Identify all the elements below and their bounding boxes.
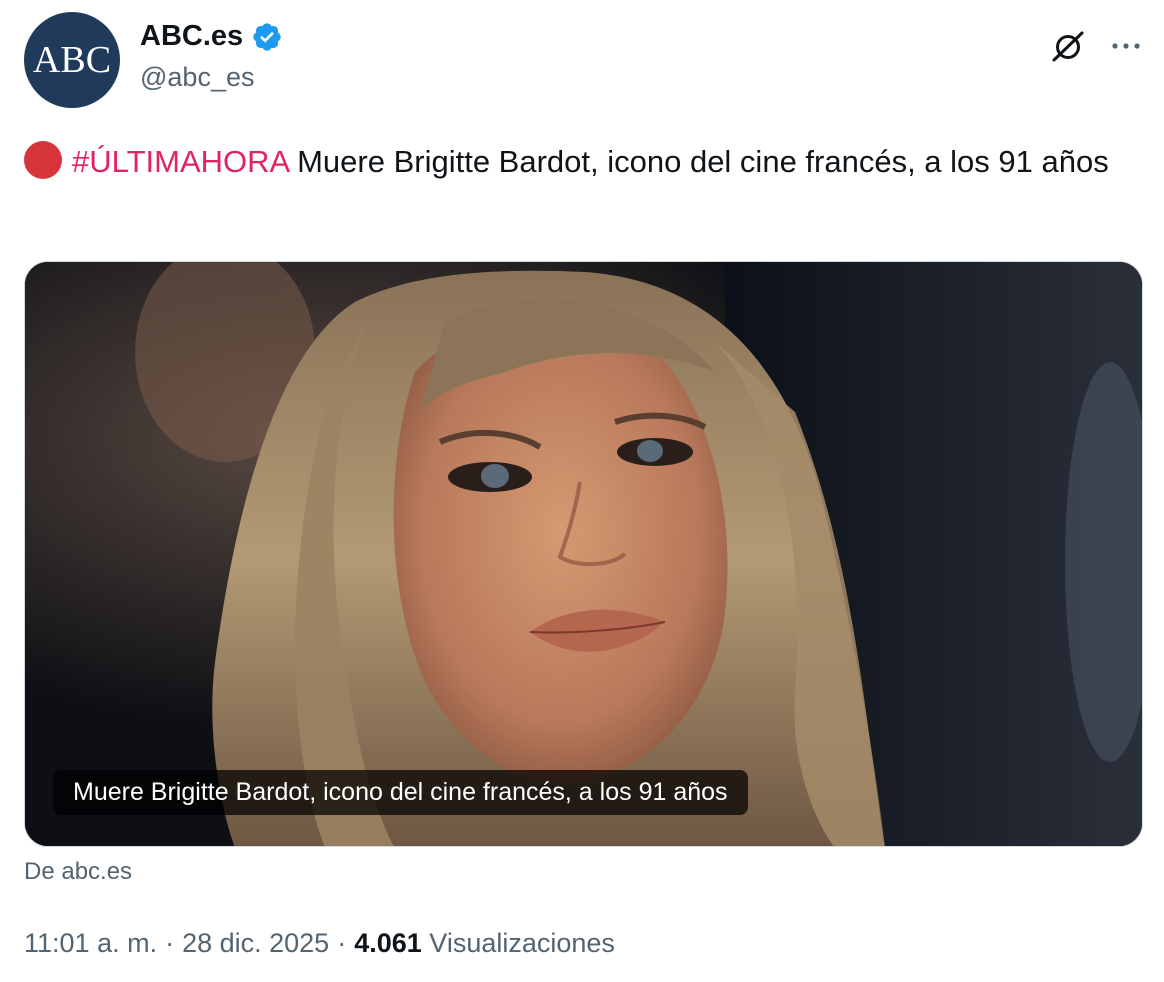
author-name-row: ABC.es [140, 20, 283, 53]
more-options-button[interactable] [1104, 24, 1148, 68]
card-source-link[interactable]: De abc.es [24, 858, 132, 886]
tweet: ABC ABC.es @abc_es #ÚLTIMAHORA Muere Bri… [0, 0, 1164, 982]
red-circle-icon [24, 141, 62, 179]
avatar[interactable]: ABC [24, 12, 120, 108]
views-label: Visualizaciones [429, 928, 615, 958]
views-count: 4.061 [354, 928, 422, 958]
grok-button[interactable] [1046, 24, 1090, 68]
verified-badge-icon [253, 22, 281, 51]
more-options-icon [1112, 43, 1140, 49]
separator: · [337, 928, 347, 958]
grok-icon [1052, 31, 1084, 62]
link-card[interactable]: Muere Brigitte Bardot, icono del cine fr… [24, 261, 1143, 847]
tweet-date[interactable]: 28 dic. 2025 [182, 928, 329, 958]
avatar-logo-text: ABC [32, 39, 112, 81]
hashtag-link[interactable]: #ÚLTIMAHORA [72, 144, 288, 179]
separator: · [165, 928, 175, 958]
tweet-time[interactable]: 11:01 a. m. [24, 928, 157, 958]
tweet-metadata: 11:01 a. m. · 28 dic. 2025 · 4.061 Visualiza… [24, 928, 615, 959]
card-caption: Muere Brigitte Bardot, icono del cine fr… [53, 770, 748, 815]
tweet-body: Muere Brigitte Bardot, icono del cine fr… [288, 144, 1109, 179]
handle[interactable]: @abc_es [140, 62, 254, 93]
card-photo [25, 262, 1142, 846]
tweet-text: #ÚLTIMAHORA Muere Brigitte Bardot, icono… [24, 138, 1144, 186]
display-name[interactable]: ABC.es [140, 20, 243, 53]
